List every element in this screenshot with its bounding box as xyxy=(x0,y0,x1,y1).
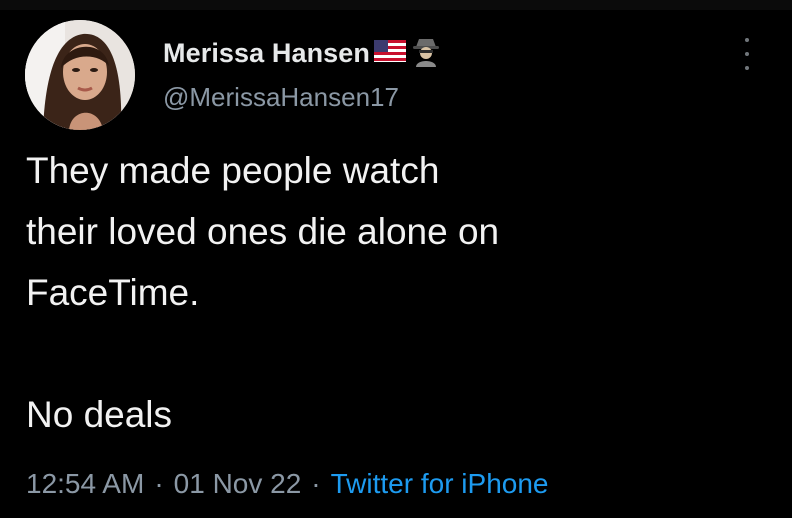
author-handle[interactable]: @MerissaHansen17 xyxy=(163,82,399,113)
meta-separator: · xyxy=(154,468,164,499)
more-options-icon[interactable] xyxy=(738,38,756,70)
tweet-text-line: They made people watch xyxy=(26,150,440,191)
tweet-date[interactable]: 01 Nov 22 xyxy=(174,468,302,500)
meta-separator: · xyxy=(311,468,321,499)
tweet-card: Merissa Hansen @MerissaHansen17 They mad… xyxy=(0,0,792,518)
tweet-text-line: FaceTime. xyxy=(26,272,200,313)
author-name-row[interactable]: Merissa Hansen xyxy=(163,36,442,70)
us-flag-icon xyxy=(374,39,406,67)
tweet-text-line: No deals xyxy=(26,394,173,435)
tweet-source-link[interactable]: Twitter for iPhone xyxy=(331,468,549,500)
detective-icon xyxy=(410,35,442,72)
tweet-metadata: 12:54 AM · 01 Nov 22 · Twitter for iPhon… xyxy=(26,464,548,504)
tweet-text: They made people watch their loved ones … xyxy=(26,140,766,445)
tweet-text-line: their loved ones die alone on xyxy=(26,211,500,252)
tweet-time[interactable]: 12:54 AM xyxy=(26,468,144,500)
avatar[interactable] xyxy=(25,20,135,130)
display-name[interactable]: Merissa Hansen xyxy=(163,38,370,69)
